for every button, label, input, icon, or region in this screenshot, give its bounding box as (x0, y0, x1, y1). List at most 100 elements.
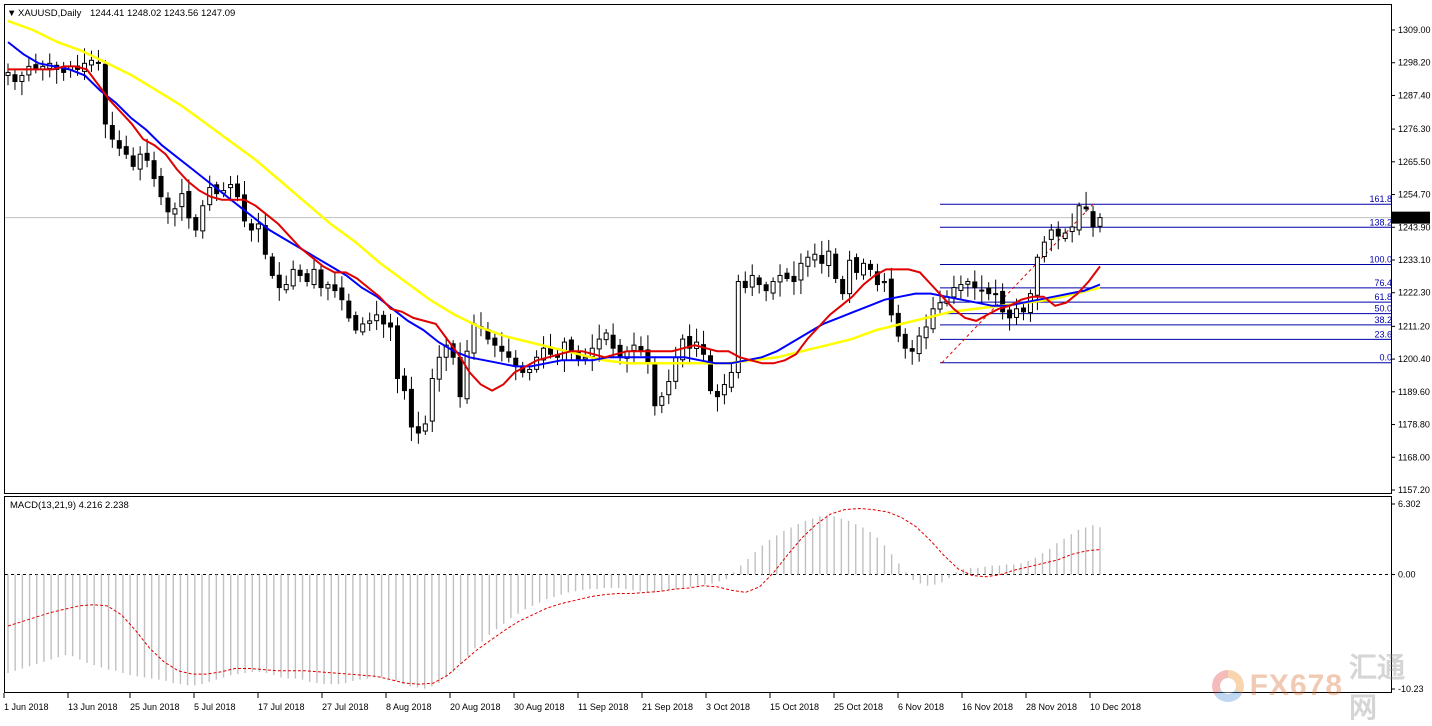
candle-bull (728, 371, 734, 388)
candle-bull (325, 284, 331, 289)
candle-bear (763, 284, 769, 292)
time-tick-label: 27 Jul 2018 (322, 702, 369, 712)
candle-bull (255, 223, 261, 230)
candle-bull (631, 344, 637, 351)
candle-bear (395, 325, 401, 379)
candle-bull (596, 338, 602, 350)
candle-bear (193, 217, 199, 231)
price-tick-label: 1222.30 (1398, 288, 1431, 298)
candle-bear (784, 272, 790, 279)
candle-bear (707, 355, 713, 392)
fib-level-label: 38.2 (1374, 315, 1392, 325)
candle-bull (422, 423, 428, 432)
candle-bull (916, 335, 922, 355)
candle-bear (353, 315, 359, 331)
candle-bull (937, 302, 943, 310)
candle-bear (158, 175, 164, 198)
candle-bull (805, 256, 811, 267)
candle-bear (12, 74, 18, 83)
candle-bull (19, 74, 25, 82)
price-tick-label: 1178.80 (1398, 420, 1430, 430)
chart-background (0, 0, 1432, 721)
candle-bull (172, 208, 178, 215)
trading-chart[interactable]: 1309.00 1298.20 1287.40 1276.30 1265.50 1254.… (0, 0, 1432, 721)
candle-bull (770, 281, 776, 294)
time-tick-label: 5 Jul 2018 (194, 702, 236, 712)
ohlc-label: 1244.41 1248.02 1243.56 1247.09 (90, 8, 235, 19)
candle-bear (742, 280, 748, 289)
candle-bull (826, 250, 832, 266)
candle-bull (673, 356, 679, 382)
candle-bull (360, 323, 366, 333)
candle-bull (283, 284, 289, 291)
candle-bull (527, 368, 533, 374)
candle-bear (902, 333, 908, 349)
price-tick-label: 1254.70 (1398, 190, 1431, 200)
candle-bull (367, 320, 373, 324)
candle-bull (464, 350, 470, 400)
candle-bull (374, 314, 380, 322)
price-tick-label: 1200.40 (1398, 354, 1431, 364)
candle-bear (610, 334, 616, 349)
time-tick-label: 8 Aug 2018 (386, 702, 432, 712)
candle-bull (861, 262, 867, 276)
candle-bull (228, 184, 234, 189)
candle-bull (958, 284, 964, 291)
candle-bear (457, 356, 463, 398)
candle-bull (1048, 229, 1054, 240)
candle-bull (290, 268, 296, 287)
macd-tick-label: 0.00 (1398, 570, 1416, 580)
price-tick-label: 1168.00 (1398, 452, 1430, 462)
price-tick-label: 1211.20 (1398, 321, 1430, 331)
candle-bull (930, 308, 936, 330)
candle-bear (492, 337, 498, 346)
candle-bull (735, 281, 741, 374)
candle-bear (186, 190, 192, 219)
price-tick-label: 1233.10 (1398, 255, 1431, 265)
candle-bear (276, 274, 282, 289)
candle-bear (401, 375, 407, 392)
candle-bear (1020, 307, 1026, 313)
candle-bull (798, 262, 804, 281)
current-price-badge: 1247.08 (1392, 211, 1430, 224)
time-tick-label: 25 Jun 2018 (130, 702, 180, 712)
time-tick-label: 28 Nov 2018 (1026, 702, 1077, 712)
candle-bull (847, 259, 853, 295)
candle-bear (165, 197, 171, 213)
candle-bull (26, 65, 32, 76)
candle-bear (1083, 206, 1089, 210)
price-tick-label: 1276.30 (1398, 124, 1431, 134)
time-tick-label: 13 Jun 2018 (68, 702, 118, 712)
candle-bear (909, 348, 915, 352)
time-tick-label: 20 Aug 2018 (450, 702, 501, 712)
candle-bear (499, 345, 505, 352)
candle-bear (408, 388, 414, 428)
time-tick-label: 30 Aug 2018 (514, 702, 565, 712)
time-tick-label: 15 Oct 2018 (770, 702, 819, 712)
time-tick-label: 21 Sep 2018 (642, 702, 693, 712)
fib-level-label: 76.4 (1374, 278, 1392, 288)
candle-bear (791, 275, 797, 283)
candle-bull (1076, 205, 1082, 231)
menu-triangle-icon[interactable]: ▼ (7, 8, 16, 19)
candle-bear (854, 257, 860, 273)
candle-bear (304, 273, 310, 283)
candle-bear (151, 160, 157, 179)
time-tick-label: 1 Jun 2018 (4, 702, 49, 712)
candle-bear (116, 140, 122, 149)
current-price-label: 1247.08 (1395, 213, 1428, 223)
price-tick-label: 1265.50 (1398, 157, 1431, 167)
time-tick-label: 16 Nov 2018 (962, 702, 1013, 712)
candle-bull (5, 71, 11, 76)
candle-bear (1007, 309, 1013, 319)
candle-bear (346, 300, 352, 319)
candle-bear (701, 344, 707, 355)
candle-bear (714, 391, 720, 398)
price-tick-label: 1157.20 (1398, 485, 1430, 495)
candle-bull (812, 253, 818, 261)
candle-bull (1069, 226, 1075, 233)
macd-tick-label: -10.23 (1398, 684, 1424, 694)
candle-bull (88, 59, 94, 66)
candle-bull (721, 384, 727, 396)
candle-bear (339, 287, 345, 301)
